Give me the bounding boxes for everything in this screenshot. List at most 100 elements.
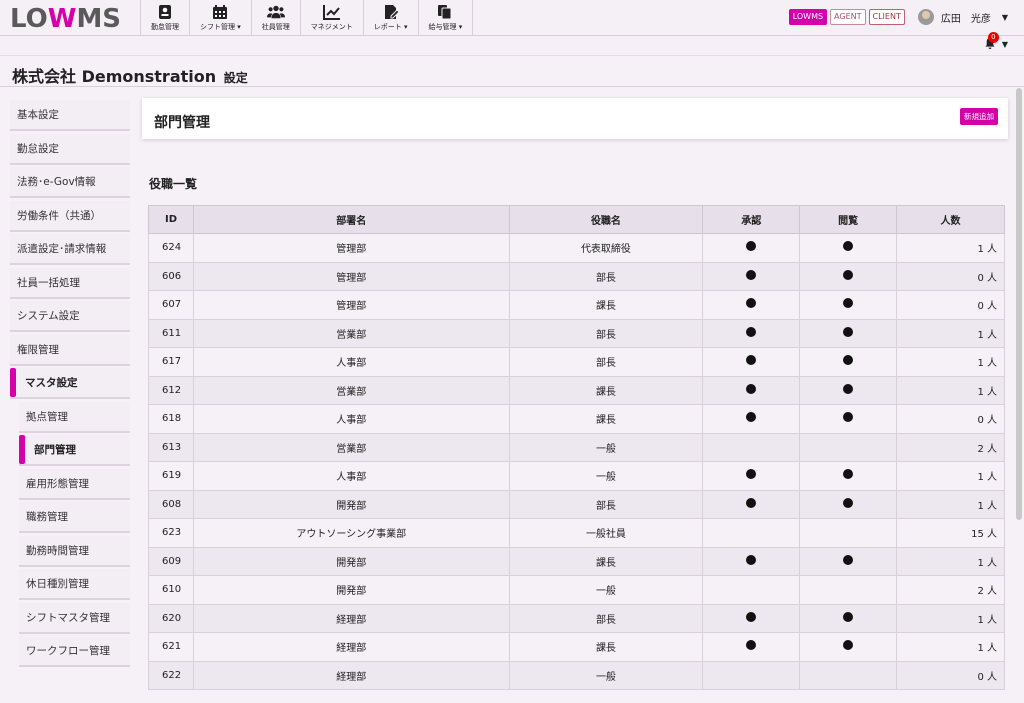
sidebar-item-8[interactable]: マスタ設定: [10, 368, 130, 399]
nav-item-label: 勤怠管理: [151, 23, 179, 31]
table-row[interactable]: 610 開発部 一般 2 人: [148, 575, 1005, 605]
sidebar-item-16[interactable]: ワークフロー管理: [19, 636, 130, 667]
approve-dot-icon: [746, 554, 757, 565]
approve-dot-icon: [746, 241, 757, 252]
table-row[interactable]: 609 開発部 課長 1 人: [148, 546, 1005, 576]
sidebar-item-1[interactable]: 勤怠設定: [10, 133, 130, 165]
list-title: 役職一覧: [149, 177, 198, 191]
column-header-0[interactable]: ID: [148, 205, 194, 234]
cell-id: 617: [148, 347, 194, 377]
approve-dot-icon: [746, 640, 757, 651]
table-row[interactable]: 624 管理部 代表取締役 1 人: [148, 233, 1005, 263]
view-dot-icon: [843, 554, 854, 565]
cell-id: 618: [148, 404, 194, 434]
sidebar-item-11[interactable]: 雇用形態管理: [19, 468, 130, 500]
nav-item-5[interactable]: 給与管理 ▾: [417, 0, 474, 36]
sidebar-item-15[interactable]: シフトマスタ管理: [19, 602, 130, 634]
sidebar-item-6[interactable]: システム設定: [10, 301, 130, 332]
sidebar-item-13[interactable]: 勤務時間管理: [19, 535, 130, 567]
nav-item-label: マネジメント: [310, 23, 353, 31]
sidebar-item-7[interactable]: 権限管理: [10, 334, 130, 366]
nav-item-0[interactable]: 勤怠管理: [140, 0, 189, 36]
position-table: ID 部署名 役職名 承認 閲覧 人数 624 管理部 代表取締役 1 人 606 管理部 部長 0 人…: [148, 205, 1005, 690]
nav-item-1[interactable]: シフト管理 ▾: [189, 0, 251, 36]
sidebar-item-14[interactable]: 休日種別管理: [19, 569, 130, 600]
column-header-5[interactable]: 人数: [896, 205, 1005, 234]
logo[interactable]: LOWMS: [10, 4, 121, 34]
cell-approve: [702, 432, 801, 462]
cell-position: 一般: [508, 660, 704, 690]
table-row[interactable]: 617 人事部 部長 1 人: [148, 347, 1005, 377]
table-row[interactable]: 620 経理部 部長 1 人: [148, 603, 1005, 633]
approve-dot-icon: [746, 269, 757, 280]
view-dot-icon: [843, 611, 854, 622]
table-row[interactable]: 619 人事部 一般 1 人: [148, 461, 1005, 491]
approve-dot-icon: [746, 611, 757, 622]
cell-department: 営業部: [192, 432, 510, 462]
sidebar-item-9[interactable]: 拠点管理: [19, 401, 130, 433]
table-row[interactable]: 623 アウトソーシング事業部 一般社員 15 人: [148, 518, 1005, 548]
sidebar-item-2[interactable]: 法務･e-Gov情報: [10, 167, 130, 198]
table-row[interactable]: 612 営業部 課長 1 人: [148, 375, 1005, 405]
nav-item-3[interactable]: マネジメント: [299, 0, 363, 36]
table-row[interactable]: 608 開発部 部長 1 人: [148, 489, 1005, 519]
bell-icon[interactable]: 0: [984, 32, 999, 51]
agent-badge[interactable]: AGENT: [830, 9, 866, 25]
cell-view: [799, 347, 898, 377]
chevron-down-icon[interactable]: ▼: [1002, 40, 1008, 49]
sidebar-item-3[interactable]: 労働条件（共通）: [10, 200, 130, 232]
sidebar-item-12[interactable]: 職務管理: [19, 502, 130, 533]
table-row[interactable]: 611 営業部 部長 1 人: [148, 318, 1005, 348]
id-card-icon: [156, 4, 174, 20]
cell-view: [799, 404, 898, 434]
add-new-button[interactable]: 新規追加: [960, 108, 998, 125]
settings-sidebar: 基本設定 勤怠設定 法務･e-Gov情報 労働条件（共通） 派遣設定･請求情報 社員一括処…: [10, 100, 130, 670]
column-header-2[interactable]: 役職名: [508, 205, 704, 234]
column-header-4[interactable]: 閲覧: [799, 205, 898, 234]
cell-count: 1 人: [896, 546, 1005, 576]
cell-count: 1 人: [896, 375, 1005, 405]
lowms-badge[interactable]: LOWMS: [788, 9, 828, 25]
column-header-1[interactable]: 部署名: [192, 205, 510, 234]
notification-area[interactable]: 0 ▼: [984, 32, 1008, 51]
cell-count: 1 人: [896, 233, 1005, 263]
table-row[interactable]: 621 経理部 課長 1 人: [148, 632, 1005, 662]
nav-item-4[interactable]: レポート ▾: [362, 0, 418, 36]
cell-view: [799, 518, 898, 548]
nav-item-label: シフト管理 ▾: [200, 23, 241, 31]
cell-view: [799, 632, 898, 662]
divider: [0, 86, 1024, 87]
chevron-down-icon[interactable]: ▼: [1002, 13, 1008, 22]
table-row[interactable]: 613 営業部 一般 2 人: [148, 432, 1005, 462]
sidebar-item-5[interactable]: 社員一括処理: [10, 267, 130, 299]
sidebar-item-0[interactable]: 基本設定: [10, 100, 130, 131]
client-badge[interactable]: CLIENT: [868, 9, 905, 25]
table-row[interactable]: 622 経理部 一般 0 人: [148, 660, 1005, 690]
cell-position: 課長: [508, 404, 704, 434]
report-edit-icon: [382, 4, 400, 20]
cell-count: 1 人: [896, 347, 1005, 377]
table-row[interactable]: 607 管理部 課長 0 人: [148, 290, 1005, 320]
table-row[interactable]: 606 管理部 部長 0 人: [148, 261, 1005, 291]
cell-count: 15 人: [896, 518, 1005, 548]
cell-count: 0 人: [896, 404, 1005, 434]
page-title: 株式会社 Demonstration 設定: [12, 67, 248, 86]
sidebar-item-10[interactable]: 部門管理: [19, 435, 130, 466]
view-dot-icon: [843, 355, 854, 366]
view-dot-icon: [843, 497, 854, 508]
cell-approve: [702, 290, 801, 320]
cell-department: アウトソーシング事業部: [192, 518, 510, 548]
table-row[interactable]: 618 人事部 課長 0 人: [148, 404, 1005, 434]
column-header-3[interactable]: 承認: [702, 205, 801, 234]
nav-item-2[interactable]: 社員管理: [250, 0, 300, 36]
copy-documents-icon: [436, 4, 454, 20]
cell-department: 開発部: [192, 489, 510, 519]
users-icon: [266, 4, 285, 20]
cell-department: 人事部: [192, 461, 510, 491]
avatar[interactable]: [917, 9, 934, 25]
sidebar-item-4[interactable]: 派遣設定･請求情報: [10, 234, 130, 265]
user-name[interactable]: 広田 光彦: [941, 10, 991, 25]
view-dot-icon: [843, 298, 854, 309]
scrollbar[interactable]: [1016, 88, 1022, 520]
cell-id: 622: [148, 660, 194, 690]
